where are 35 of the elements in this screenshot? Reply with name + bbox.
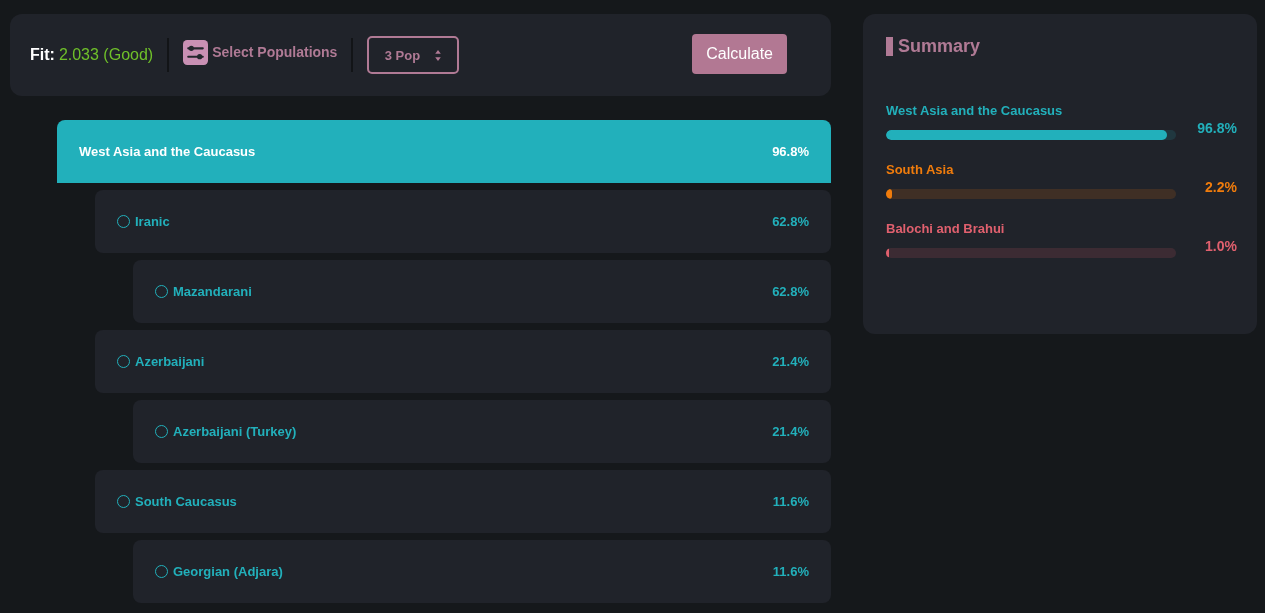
fit-label: Fit: — [30, 46, 55, 64]
select-populations-button[interactable]: Select Populations — [212, 44, 338, 60]
population-name: South Caucasus — [135, 494, 237, 509]
population-percent: 11.6% — [772, 494, 809, 509]
percent-reading: 1.0% — [1204, 238, 1237, 254]
population-name: Mazandarani — [173, 284, 252, 299]
population-name: West Asia and the Caucasus — [79, 144, 256, 159]
tree-row[interactable]: Mazandarani 62.8% — [133, 260, 831, 323]
percent-reading: 96.8% — [1196, 120, 1237, 136]
population-percent: 96.8% — [772, 144, 809, 159]
region-name: Balochi and Brahui — [886, 221, 1006, 236]
calculate-button[interactable]: Calculate — [692, 34, 787, 74]
population-percent: 21.4% — [772, 424, 809, 439]
population-name: Azerbaijani (Turkey) — [173, 424, 297, 439]
population-count-select[interactable]: 3 Pop — [367, 36, 460, 74]
population-name: Azerbaijani — [135, 354, 205, 369]
population-percent: 62.8% — [772, 284, 809, 299]
fit-value: 2.033 (Good) — [58, 46, 154, 64]
population-name: Iranic — [135, 214, 170, 229]
tree-row[interactable]: Azerbaijani 21.4% — [95, 330, 831, 393]
tree-row[interactable]: Azerbaijani (Turkey) 21.4% — [133, 400, 831, 463]
region-name: South Asia — [886, 162, 955, 177]
sliders-icon[interactable] — [183, 39, 209, 65]
summary-title: Summary — [898, 36, 981, 57]
population-percent: 11.6% — [772, 564, 809, 579]
tree-row[interactable]: Georgian (Adjara) 11.6% — [133, 540, 831, 603]
title-accent-bar — [886, 37, 893, 56]
percent-reading: 2.2% — [1204, 179, 1237, 195]
population-percent: 21.4% — [772, 354, 809, 369]
tree-row[interactable]: South Caucasus 11.6% — [95, 470, 831, 533]
population-name: Georgian (Adjara) — [173, 564, 283, 579]
tree-row[interactable]: Iranic 62.8% — [95, 190, 831, 253]
population-percent: 62.8% — [772, 214, 809, 229]
spinner-arrows-icon — [434, 48, 443, 62]
region-name: West Asia and the Caucasus — [886, 103, 1064, 118]
